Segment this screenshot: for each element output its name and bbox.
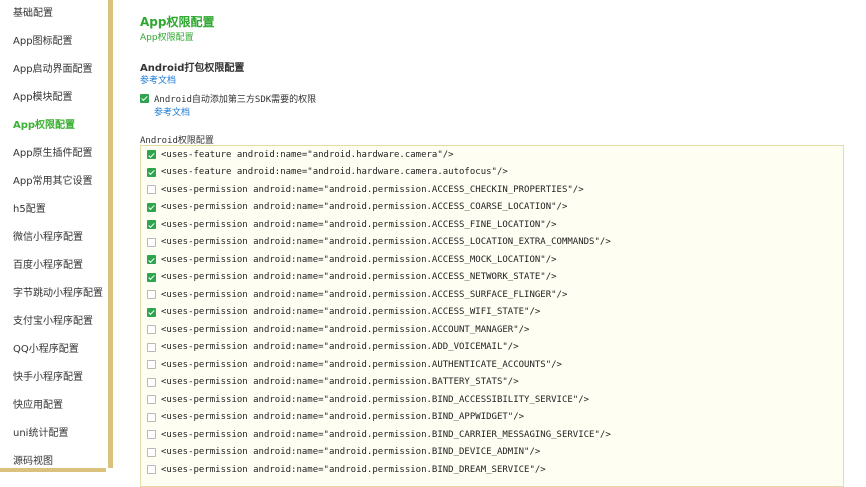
sidebar-item[interactable]: 快手小程序配置: [0, 364, 108, 392]
permission-text: <uses-permission android:name="android.p…: [161, 324, 530, 335]
sidebar-item[interactable]: 基础配置: [0, 0, 108, 28]
permission-row[interactable]: <uses-permission android:name="android.p…: [141, 321, 843, 339]
permission-row[interactable]: <uses-feature android:name="android.hard…: [141, 146, 843, 164]
android-section-title: Android打包权限配置: [140, 63, 245, 74]
sidebar-item[interactable]: 百度小程序配置: [0, 252, 108, 280]
permission-checkbox[interactable]: [147, 185, 156, 195]
permission-text: <uses-permission android:name="android.p…: [161, 202, 568, 213]
auto-add-permissions-label: Android自动添加第三方SDK需要的权限: [154, 94, 317, 105]
permission-checkbox[interactable]: [147, 237, 156, 247]
permission-text: <uses-permission android:name="android.p…: [161, 237, 611, 248]
permission-text: <uses-permission android:name="android.p…: [161, 429, 611, 440]
permission-checkbox[interactable]: [147, 150, 156, 160]
android-doc-link[interactable]: 参考文档: [140, 73, 176, 86]
permission-checkbox[interactable]: [147, 465, 156, 475]
permission-row[interactable]: <uses-permission android:name="android.p…: [141, 286, 843, 304]
page-subtitle: App权限配置: [140, 33, 194, 43]
permission-checkbox[interactable]: [147, 307, 156, 317]
permission-text: <uses-permission android:name="android.p…: [161, 184, 584, 195]
permission-row[interactable]: <uses-permission android:name="android.p…: [141, 461, 843, 479]
permission-text: <uses-permission android:name="android.p…: [161, 342, 519, 353]
permission-row[interactable]: <uses-permission android:name="android.p…: [141, 339, 843, 357]
permission-row[interactable]: <uses-permission android:name="android.p…: [141, 444, 843, 462]
sidebar-item[interactable]: App启动界面配置: [0, 56, 108, 84]
permission-checkbox[interactable]: [147, 255, 156, 265]
sidebar-item[interactable]: 快应用配置: [0, 392, 108, 420]
permission-text: <uses-permission android:name="android.p…: [161, 289, 568, 300]
permission-checkbox[interactable]: [147, 447, 156, 457]
permission-text: <uses-permission android:name="android.p…: [161, 464, 546, 475]
permission-text: <uses-permission android:name="android.p…: [161, 219, 557, 230]
permission-row[interactable]: <uses-permission android:name="android.p…: [141, 426, 843, 444]
permission-row[interactable]: <uses-permission android:name="android.p…: [141, 181, 843, 199]
permission-row[interactable]: <uses-permission android:name="android.p…: [141, 216, 843, 234]
permission-checkbox[interactable]: [147, 290, 156, 300]
permission-text: <uses-permission android:name="android.p…: [161, 359, 562, 370]
sidebar-item[interactable]: h5配置: [0, 196, 108, 224]
permission-row[interactable]: <uses-permission android:name="android.p…: [141, 251, 843, 269]
sidebar-horizontal-scrollbar[interactable]: [0, 468, 106, 472]
permission-checkbox[interactable]: [147, 202, 156, 212]
sidebar-item[interactable]: App图标配置: [0, 28, 108, 56]
permission-checkbox[interactable]: [147, 220, 156, 230]
permission-text: <uses-permission android:name="android.p…: [161, 307, 541, 318]
permission-text: <uses-permission android:name="android.p…: [161, 394, 590, 405]
auto-add-permissions-checkbox[interactable]: [140, 93, 149, 103]
page-title: App权限配置: [140, 15, 215, 29]
permission-row[interactable]: <uses-permission android:name="android.p…: [141, 269, 843, 287]
permission-checkbox[interactable]: [147, 342, 156, 352]
sidebar-item[interactable]: uni统计配置: [0, 420, 108, 448]
main-content: App权限配置 App权限配置 Android打包权限配置 参考文档 Andro…: [140, 0, 866, 487]
permission-text: <uses-permission android:name="android.p…: [161, 377, 519, 388]
sidebar-item[interactable]: App模块配置: [0, 84, 108, 112]
permission-checkbox[interactable]: [147, 272, 156, 282]
permission-checkbox[interactable]: [147, 360, 156, 370]
permission-row[interactable]: <uses-permission android:name="android.p…: [141, 391, 843, 409]
sidebar-item[interactable]: App常用其它设置: [0, 168, 108, 196]
sidebar-item[interactable]: 微信小程序配置: [0, 224, 108, 252]
permission-text: <uses-permission android:name="android.p…: [161, 272, 557, 283]
permission-row[interactable]: <uses-permission android:name="android.p…: [141, 234, 843, 252]
permission-checkbox[interactable]: [147, 395, 156, 405]
permission-checkbox[interactable]: [147, 430, 156, 440]
permission-row[interactable]: <uses-permission android:name="android.p…: [141, 356, 843, 374]
sidebar-item[interactable]: 支付宝小程序配置: [0, 308, 108, 336]
sidebar-item[interactable]: 字节跳动小程序配置: [0, 280, 108, 308]
auto-add-permissions-row: Android自动添加第三方SDK需要的权限: [140, 92, 317, 105]
sidebar-item[interactable]: QQ小程序配置: [0, 336, 108, 364]
permission-checkbox[interactable]: [147, 377, 156, 387]
settings-sidebar: 基础配置 App图标配置 App启动界面配置 App模块配置 App权限配置 App原生插…: [0, 0, 108, 472]
permission-row[interactable]: <uses-feature android:name="android.hard…: [141, 164, 843, 182]
sidebar-item[interactable]: App原生插件配置: [0, 140, 108, 168]
permission-text: <uses-permission android:name="android.p…: [161, 447, 541, 458]
permission-text: <uses-feature android:name="android.hard…: [161, 167, 508, 178]
permission-row[interactable]: <uses-permission android:name="android.p…: [141, 304, 843, 322]
permission-row[interactable]: <uses-permission android:name="android.p…: [141, 199, 843, 217]
auto-add-doc-link[interactable]: 参考文档: [154, 105, 190, 118]
permission-row[interactable]: <uses-permission android:name="android.p…: [141, 374, 843, 392]
permission-row[interactable]: <uses-permission android:name="android.p…: [141, 409, 843, 427]
permissions-list[interactable]: <uses-feature android:name="android.hard…: [140, 145, 844, 487]
permission-checkbox[interactable]: [147, 325, 156, 335]
sidebar-scrollbar[interactable]: [108, 0, 113, 468]
permission-text: <uses-permission android:name="android.p…: [161, 412, 525, 423]
sidebar-item[interactable]: App权限配置: [0, 112, 108, 140]
permission-text: <uses-feature android:name="android.hard…: [161, 149, 454, 160]
permission-checkbox[interactable]: [147, 412, 156, 422]
permission-checkbox[interactable]: [147, 167, 156, 177]
permission-text: <uses-permission android:name="android.p…: [161, 254, 557, 265]
